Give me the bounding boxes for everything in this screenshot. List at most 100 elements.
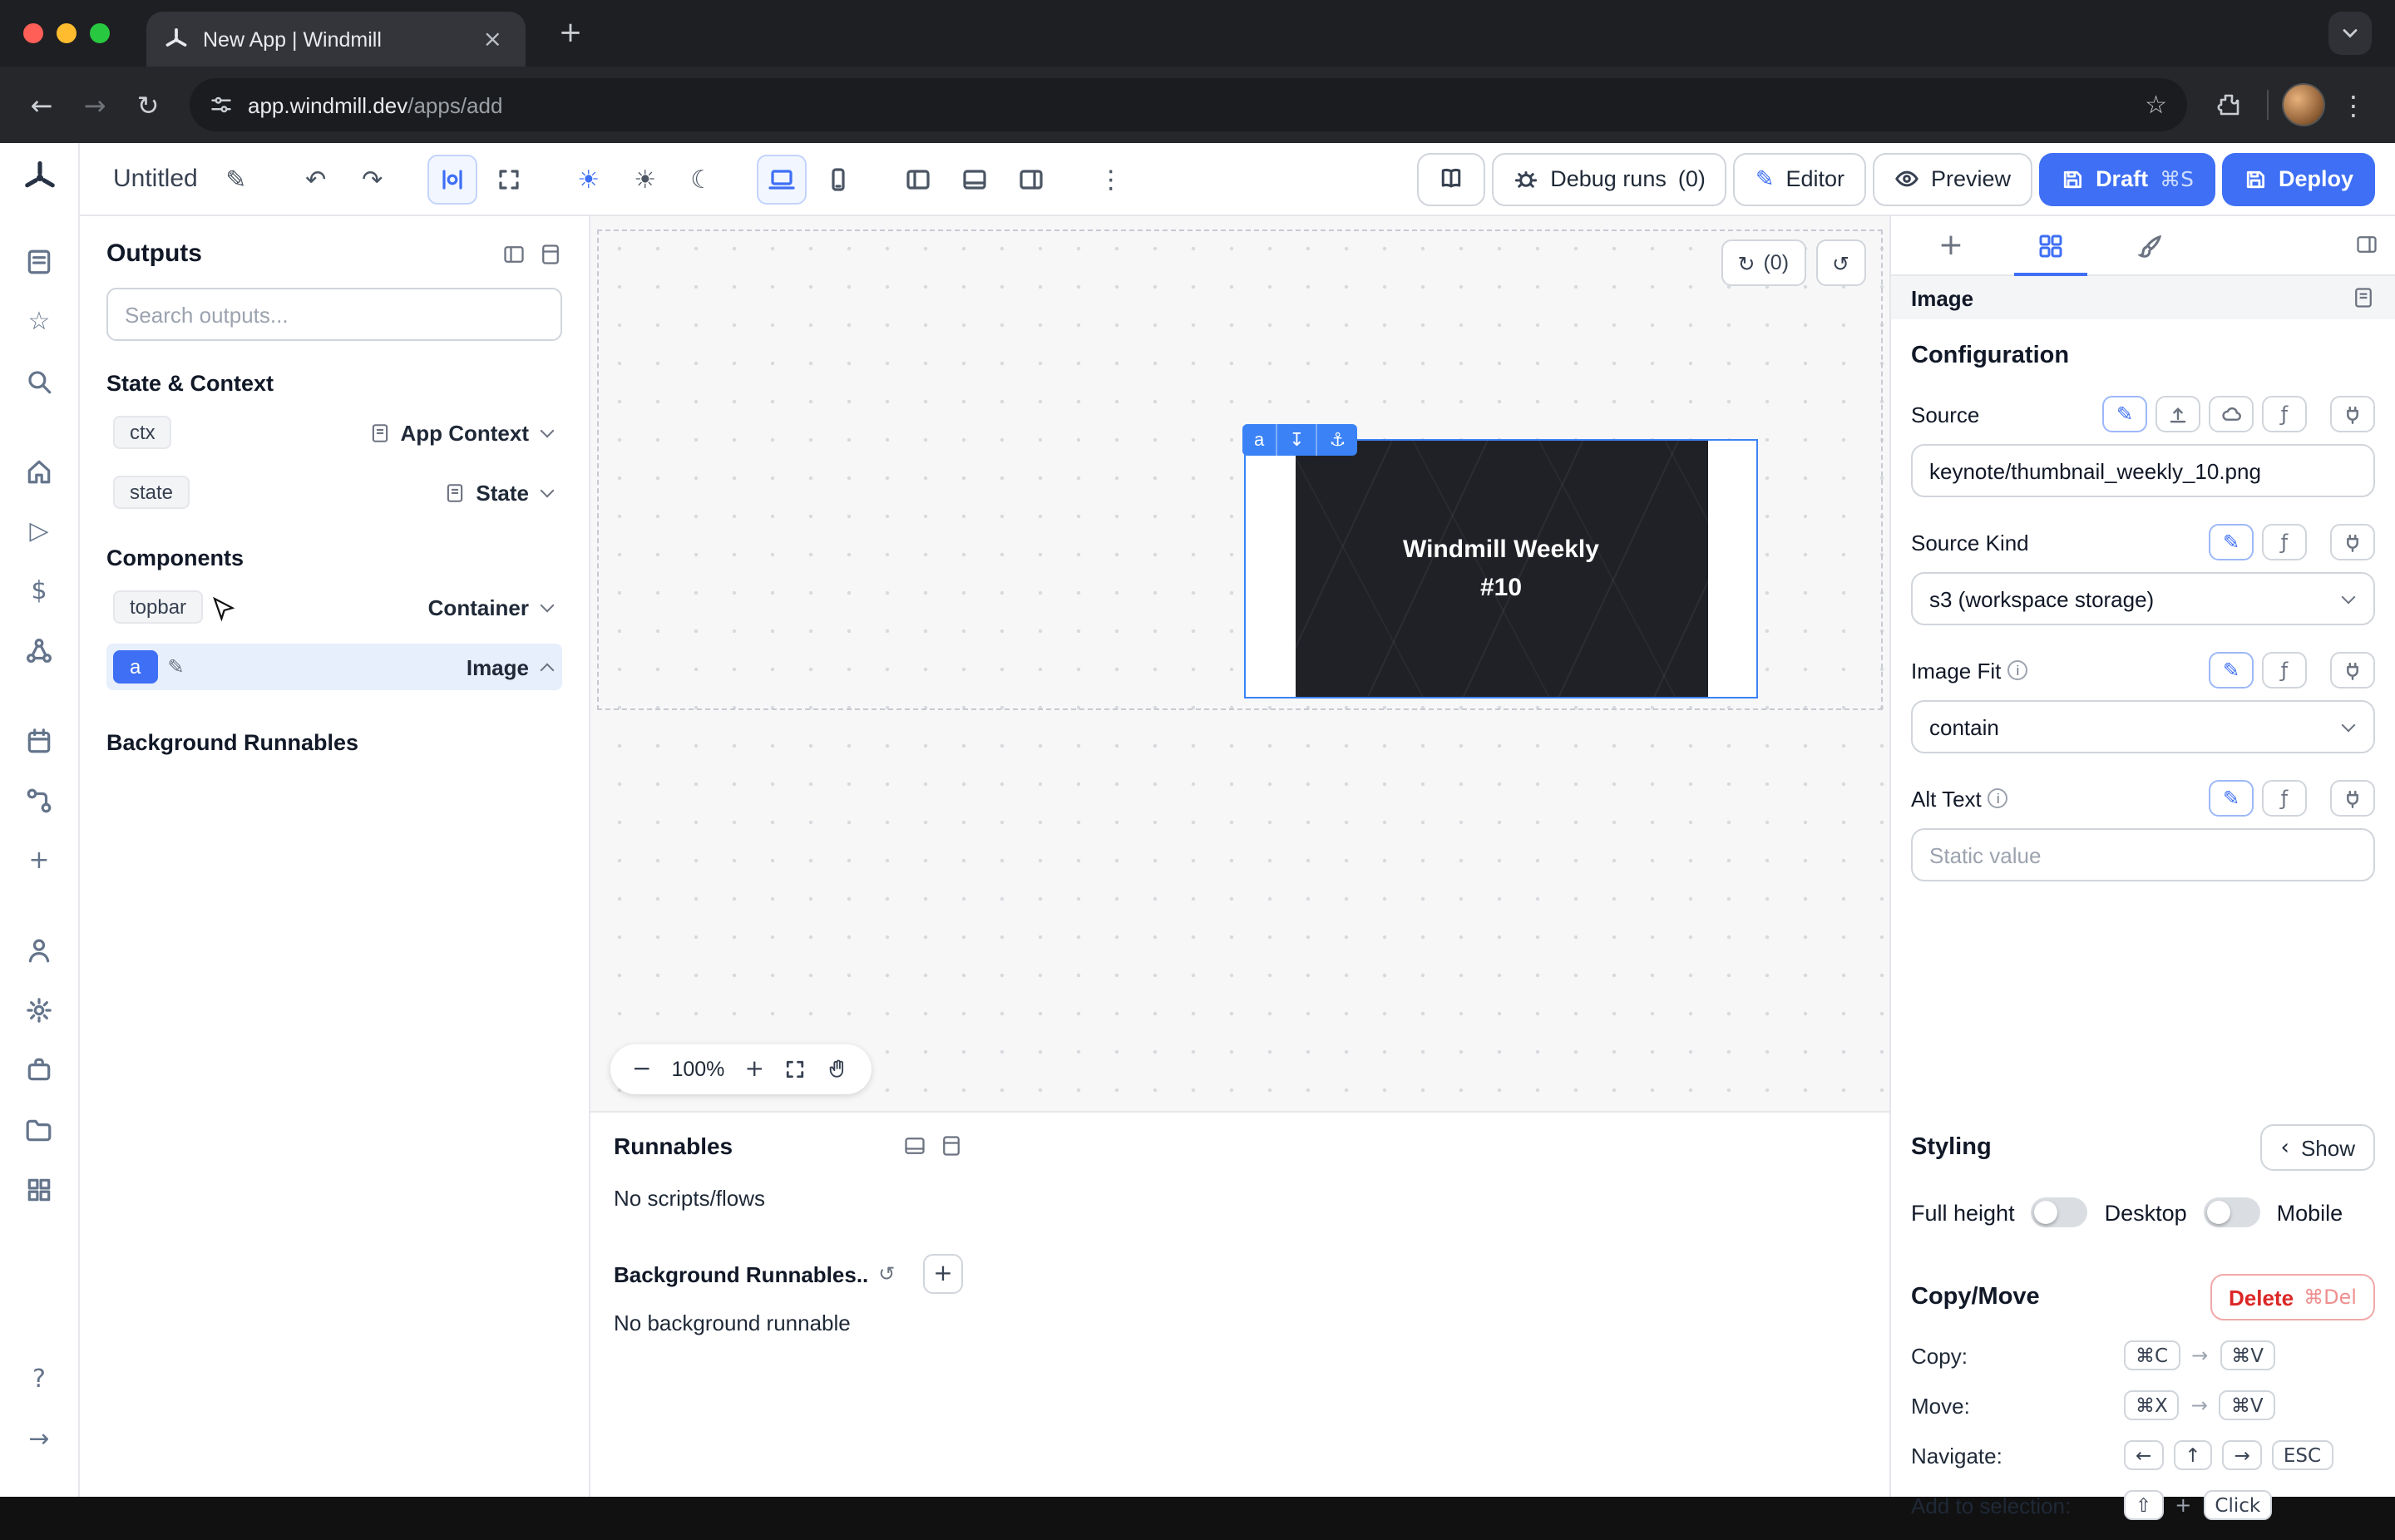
- zoom-in-button[interactable]: +: [744, 1056, 763, 1083]
- output-row-state[interactable]: state State: [106, 469, 562, 516]
- deploy-button[interactable]: Deploy: [2222, 152, 2375, 205]
- app-canvas[interactable]: ↻ (0) ↺ a ↧ ⚓ Windmill Weekly #10 − 100%…: [590, 216, 1889, 1111]
- full-height-toggle[interactable]: [2032, 1197, 2088, 1227]
- settings-gear-icon[interactable]: [14, 985, 64, 1034]
- workers-icon[interactable]: [14, 1044, 64, 1094]
- resources-icon[interactable]: [14, 625, 64, 675]
- image-fit-code-toggle-button[interactable]: ƒ: [2262, 652, 2307, 689]
- redo-button[interactable]: ↷: [348, 154, 398, 204]
- theme-auto-button[interactable]: ☀: [620, 154, 670, 204]
- anchor-component-icon[interactable]: ⚓: [1316, 424, 1358, 456]
- state-badge[interactable]: state: [113, 476, 190, 509]
- address-bar[interactable]: app.windmill.dev/apps/add ☆: [190, 78, 2187, 131]
- search-icon[interactable]: [14, 356, 64, 406]
- editor-mode-button[interactable]: ✎ Editor: [1734, 152, 1866, 205]
- delete-component-button[interactable]: Delete ⌘Del: [2210, 1274, 2375, 1320]
- url-text[interactable]: app.windmill.dev/apps/add: [248, 92, 502, 117]
- search-outputs-input[interactable]: [106, 288, 562, 341]
- fit-view-icon[interactable]: [784, 1058, 807, 1081]
- site-settings-icon[interactable]: [210, 93, 233, 116]
- source-kind-code-toggle-button[interactable]: ƒ: [2262, 524, 2307, 560]
- component-outline-toggle[interactable]: [427, 154, 477, 204]
- source-kind-connect-button[interactable]: [2330, 524, 2375, 560]
- source-kind-edit-button[interactable]: ✎: [2209, 524, 2254, 560]
- source-kind-select[interactable]: s3 (workspace storage): [1911, 572, 2375, 625]
- dock-panel-icon[interactable]: [502, 242, 526, 265]
- create-icon[interactable]: +: [14, 835, 64, 885]
- more-options-button[interactable]: ⋮: [1086, 154, 1136, 204]
- source-connect-button[interactable]: [2330, 396, 2375, 432]
- desktop-view-toggle[interactable]: [757, 154, 807, 204]
- image-fit-edit-button[interactable]: ✎: [2209, 652, 2254, 689]
- alt-text-connect-button[interactable]: [2330, 780, 2375, 817]
- info-icon[interactable]: i: [1988, 788, 2008, 808]
- mobile-view-toggle[interactable]: [813, 154, 863, 204]
- mobile-view-toggle[interactable]: [2204, 1197, 2260, 1227]
- edit-id-pencil-icon[interactable]: ✎: [167, 655, 184, 679]
- a-badge[interactable]: a: [113, 650, 157, 684]
- minimize-window-button[interactable]: [57, 23, 77, 43]
- collapse-sidebar-icon[interactable]: →: [14, 1414, 64, 1463]
- info-icon[interactable]: i: [2007, 660, 2027, 680]
- user-icon[interactable]: [14, 925, 64, 975]
- alt-text-input[interactable]: [1911, 828, 2375, 881]
- theme-light-button[interactable]: ☀: [564, 154, 614, 204]
- alt-text-code-toggle-button[interactable]: ƒ: [2262, 780, 2307, 817]
- image-fit-connect-button[interactable]: [2330, 652, 2375, 689]
- zoom-window-button[interactable]: [90, 23, 110, 43]
- output-row-a-selected[interactable]: a ✎ Image: [106, 644, 562, 690]
- component-id-label[interactable]: a: [1242, 424, 1276, 456]
- flows-icon[interactable]: [14, 775, 64, 825]
- output-row-ctx[interactable]: ctx App Context: [106, 409, 562, 456]
- groups-icon[interactable]: [14, 1164, 64, 1214]
- show-styling-button[interactable]: ‹ Show: [2261, 1124, 2375, 1171]
- preview-mode-button[interactable]: Preview: [1873, 152, 2032, 205]
- browser-menu-icon[interactable]: ⋮: [2328, 80, 2378, 130]
- tab-component-settings[interactable]: [2001, 216, 2101, 274]
- favorites-icon[interactable]: ☆: [14, 296, 64, 346]
- alt-text-edit-button[interactable]: ✎: [2209, 780, 2254, 817]
- source-code-toggle-button[interactable]: ƒ: [2262, 396, 2307, 432]
- history-button[interactable]: ↺: [1815, 239, 1866, 286]
- apps-icon[interactable]: [14, 236, 64, 286]
- chevron-down-icon[interactable]: [541, 484, 555, 498]
- zoom-out-button[interactable]: −: [632, 1056, 651, 1083]
- output-row-topbar[interactable]: topbar Container: [106, 584, 562, 630]
- windmill-logo[interactable]: [21, 160, 57, 196]
- fullscreen-button[interactable]: [484, 154, 534, 204]
- doc-icon[interactable]: [2352, 286, 2375, 309]
- ctx-badge[interactable]: ctx: [113, 416, 172, 449]
- extensions-icon[interactable]: [2204, 80, 2254, 130]
- topbar-badge[interactable]: topbar: [113, 590, 203, 624]
- refresh-app-button[interactable]: ↻ (0): [1721, 239, 1806, 286]
- source-edit-button[interactable]: ✎: [2102, 396, 2147, 432]
- pan-hand-icon[interactable]: [827, 1058, 851, 1081]
- toggle-left-panel-button[interactable]: [893, 154, 943, 204]
- source-s3-browse-button[interactable]: [2209, 396, 2254, 432]
- browser-tab[interactable]: New App | Windmill ×: [146, 12, 526, 67]
- variables-icon[interactable]: $: [14, 565, 64, 615]
- draft-save-button[interactable]: Draft ⌘S: [2039, 152, 2215, 205]
- runs-icon[interactable]: ▷: [14, 506, 64, 555]
- undo-button[interactable]: ↶: [291, 154, 341, 204]
- source-upload-button[interactable]: [2156, 396, 2200, 432]
- toggle-right-panel-button[interactable]: [1006, 154, 1056, 204]
- folders-icon[interactable]: [14, 1104, 64, 1154]
- selected-image-component[interactable]: a ↧ ⚓ Windmill Weekly #10: [1244, 439, 1758, 698]
- forward-button[interactable]: →: [70, 80, 120, 130]
- add-background-runnable-button[interactable]: +: [923, 1254, 963, 1294]
- rename-pencil-icon[interactable]: ✎: [211, 154, 261, 204]
- image-fit-select[interactable]: contain: [1911, 700, 2375, 753]
- reload-button[interactable]: ↻: [123, 80, 173, 130]
- new-tab-button[interactable]: +: [549, 12, 592, 55]
- schedules-icon[interactable]: [14, 715, 64, 765]
- dock-panel-icon[interactable]: [903, 1134, 926, 1157]
- tab-styling[interactable]: [2101, 216, 2200, 274]
- theme-dark-button[interactable]: ☾: [677, 154, 727, 204]
- tab-search-button[interactable]: [2328, 12, 2372, 55]
- chevron-down-icon[interactable]: [541, 424, 555, 438]
- move-component-icon[interactable]: ↧: [1276, 424, 1316, 456]
- tab-insert-component[interactable]: +: [1901, 216, 2001, 274]
- source-input[interactable]: [1911, 444, 2375, 497]
- chevron-up-icon[interactable]: [541, 663, 555, 677]
